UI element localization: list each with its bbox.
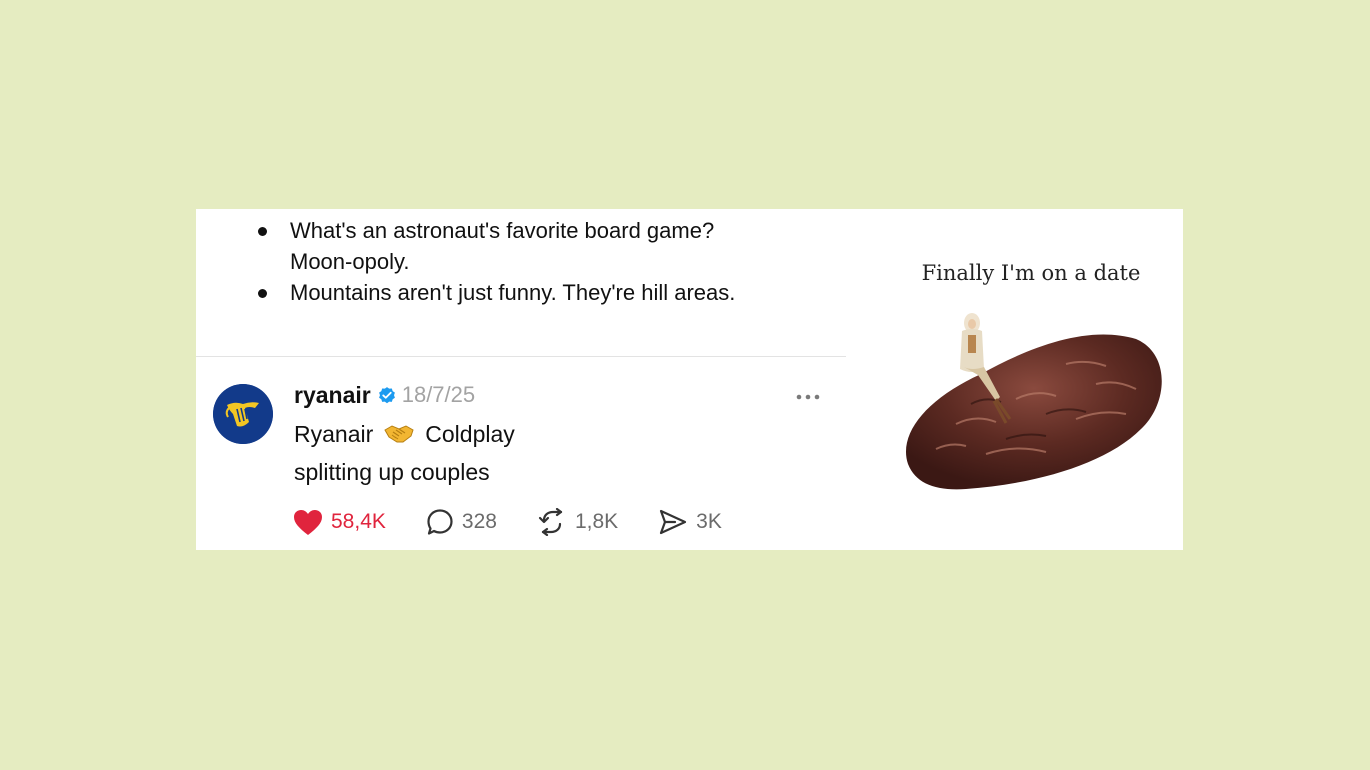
tweet-text: splitting up couples (294, 458, 490, 485)
meme-panel: Finally I'm on a date (886, 209, 1183, 550)
joke-text: Mountains aren't just funny. They're hil… (290, 280, 736, 305)
bullet-icon (258, 289, 267, 298)
reply-button[interactable]: 328 (426, 508, 497, 536)
tweet-text: Coldplay (425, 420, 515, 447)
reply-count: 328 (461, 510, 497, 533)
avatar[interactable] (213, 384, 273, 444)
post-date[interactable]: 18/7/25 (402, 382, 475, 408)
share-count: 3K (696, 510, 722, 533)
tweet-card: ryanair 18/7/25 Ryanair Coldplay splitti… (196, 357, 846, 550)
like-button[interactable]: 58,4K (293, 509, 386, 536)
tweet-body-line: Ryanair Coldplay (294, 419, 515, 449)
meme-caption: Finally I'm on a date (921, 261, 1141, 285)
handshake-icon (384, 425, 414, 443)
share-icon (660, 509, 687, 535)
jokes-section: What's an astronaut's favorite board gam… (196, 209, 846, 357)
joke-text: What's an astronaut's favorite board gam… (290, 218, 715, 243)
heart-icon (294, 509, 322, 535)
joke-list: What's an astronaut's favorite board gam… (256, 215, 836, 308)
repost-count: 1,8K (574, 510, 619, 533)
joke-text: Moon-opoly. (290, 249, 410, 274)
tweet-actions: 58,4K 328 1,8K 3K (293, 507, 722, 537)
like-count: 58,4K (331, 510, 386, 533)
content-canvas: What's an astronaut's favorite board gam… (196, 209, 1183, 550)
joke-item: Mountains aren't just funny. They're hil… (256, 277, 836, 308)
share-button[interactable]: 3K (658, 508, 722, 536)
ryanair-logo-icon (213, 384, 273, 444)
bullet-icon (258, 227, 267, 236)
tweet-header: ryanair 18/7/25 (294, 380, 475, 410)
verified-badge-icon (378, 387, 395, 404)
joke-item: What's an astronaut's favorite board gam… (256, 215, 836, 277)
username[interactable]: ryanair (294, 382, 371, 409)
repost-icon (538, 508, 563, 536)
reply-icon (427, 509, 453, 535)
date-fruit-image (906, 313, 1162, 490)
tweet-body-line: splitting up couples (294, 457, 490, 487)
repost-button[interactable]: 1,8K (537, 508, 618, 536)
more-options-icon[interactable] (796, 394, 820, 400)
tweet-text: Ryanair (294, 420, 374, 447)
